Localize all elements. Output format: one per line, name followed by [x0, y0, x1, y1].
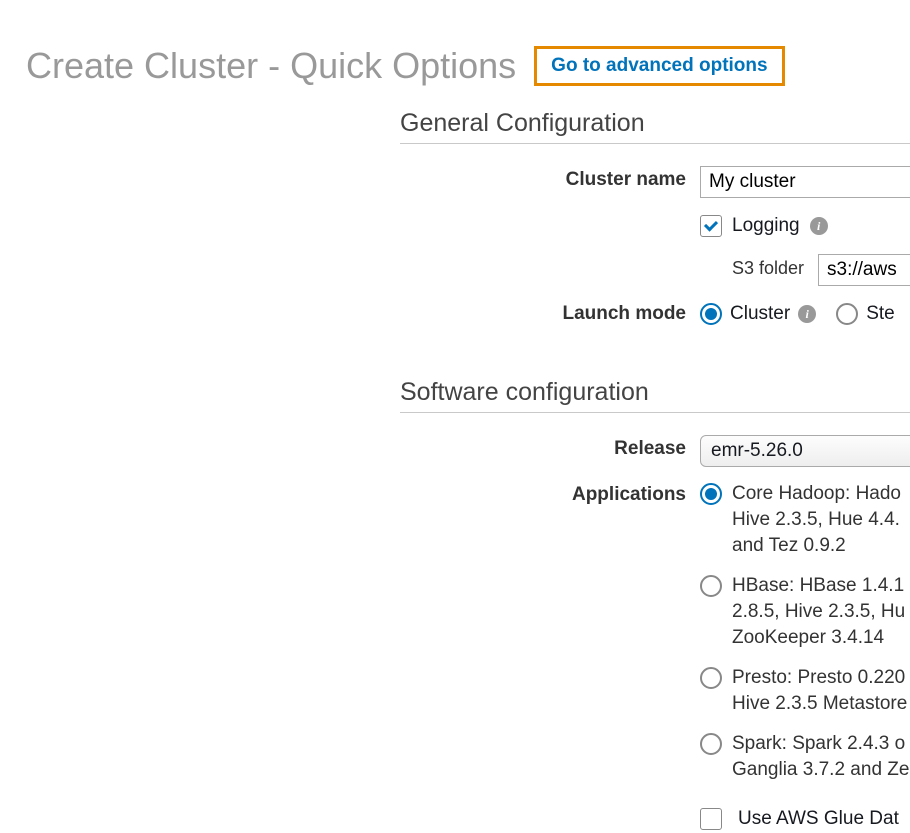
s3-folder-label: S3 folder — [400, 254, 818, 286]
app-presto-radio[interactable] — [700, 667, 722, 689]
app-core-hadoop-text: Core Hadoop: Hado Hive 2.3.5, Hue 4.4. a… — [732, 481, 910, 559]
launch-mode-label: Launch mode — [400, 300, 700, 328]
glue-label: Use AWS Glue Dat — [738, 805, 899, 833]
spacer-label — [400, 212, 700, 240]
app-core-hadoop-radio[interactable] — [700, 483, 722, 505]
app-hbase-radio[interactable] — [700, 575, 722, 597]
release-label: Release — [400, 435, 700, 467]
info-icon[interactable]: i — [798, 305, 816, 323]
cluster-name-input[interactable] — [700, 166, 910, 198]
page-title: Create Cluster - Quick Options — [26, 45, 516, 87]
glue-checkbox[interactable] — [700, 808, 722, 830]
general-config-heading: General Configuration — [400, 109, 910, 144]
logging-checkbox[interactable] — [700, 215, 722, 237]
s3-folder-input[interactable] — [818, 254, 910, 286]
software-config-heading: Software configuration — [400, 378, 910, 413]
app-spark-text: Spark: Spark 2.4.3 o Ganglia 3.7.2 and Z… — [732, 731, 910, 783]
info-icon[interactable]: i — [810, 217, 828, 235]
launch-mode-step-radio[interactable] — [836, 303, 858, 325]
logging-label: Logging — [732, 212, 800, 240]
app-spark-radio[interactable] — [700, 733, 722, 755]
applications-label: Applications — [400, 481, 700, 509]
app-presto-text: Presto: Presto 0.220 Hive 2.3.5 Metastor… — [732, 665, 910, 717]
cluster-name-label: Cluster name — [400, 166, 700, 198]
release-select[interactable]: emr-5.26.0 — [700, 435, 910, 467]
launch-mode-cluster-radio[interactable] — [700, 303, 722, 325]
advanced-options-link[interactable]: Go to advanced options — [534, 46, 784, 86]
app-hbase-text: HBase: HBase 1.4.1 2.8.5, Hive 2.3.5, Hu… — [732, 573, 910, 651]
launch-mode-cluster-text: Cluster — [730, 300, 790, 328]
launch-mode-step-text: Ste — [866, 300, 895, 328]
